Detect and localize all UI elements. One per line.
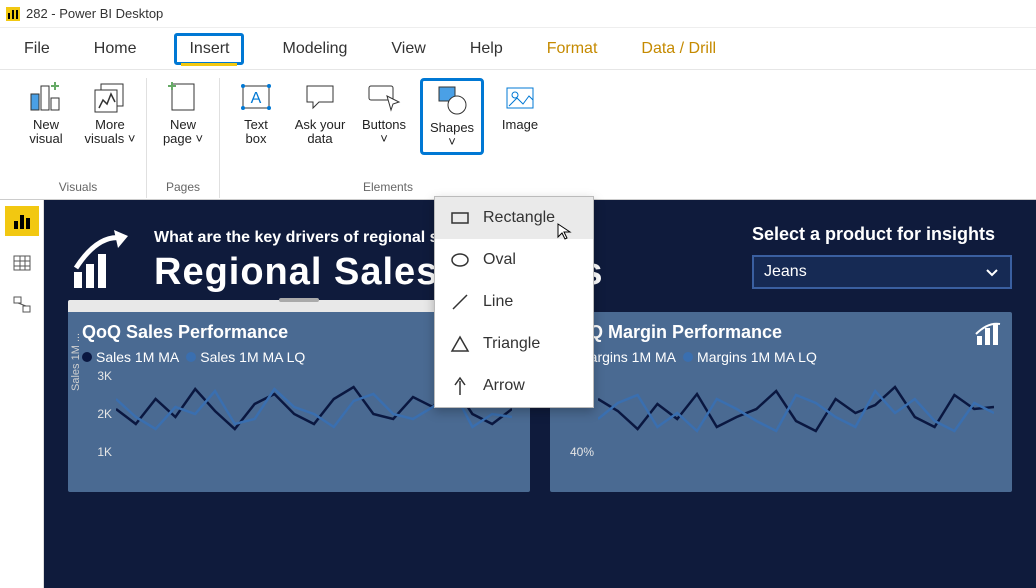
sales-tick-2: 1K (97, 445, 112, 459)
shapes-label: Shapes ˅ (430, 121, 474, 150)
line-icon (449, 291, 471, 313)
ribbon-group-elements-label: Elements (363, 180, 413, 198)
product-dropdown[interactable]: Jeans (752, 255, 1012, 289)
margin-card-title: QoQ Margin Performance (564, 322, 998, 343)
ribbon-group-visuals-label: Visuals (59, 180, 97, 198)
menu-format[interactable]: Format (541, 34, 604, 64)
sales-tick-0: 3K (97, 369, 112, 383)
menu-view[interactable]: View (385, 34, 431, 64)
new-page-label: New page ˅ (163, 118, 203, 147)
window-title: 282 - Power BI Desktop (26, 6, 163, 21)
report-view-icon (12, 211, 32, 231)
sales-y-axis: 3K 2K 1K (82, 369, 112, 459)
more-visuals-label: More visuals ˅ (85, 118, 136, 147)
shape-triangle-label: Triangle (483, 335, 540, 353)
product-selector-label: Select a product for insights (752, 224, 1012, 245)
bar-chart-icon (974, 320, 1002, 348)
text-box-label: Text box (244, 118, 268, 147)
menu-modeling[interactable]: Modeling (276, 34, 353, 64)
shape-oval[interactable]: Oval (435, 239, 593, 281)
new-visual-label: New visual (29, 118, 62, 147)
shapes-icon (435, 83, 469, 117)
ask-your-data-button[interactable]: Ask your data (292, 78, 348, 155)
bar-chart-icon (29, 80, 63, 114)
product-dropdown-value: Jeans (764, 263, 807, 281)
image-button[interactable]: Image (492, 78, 548, 155)
sales-tick-1: 2K (97, 407, 112, 421)
data-view-button[interactable] (5, 248, 39, 278)
table-icon (12, 253, 32, 273)
margin-legend-2: Margins 1M MA LQ (697, 349, 817, 365)
buttons-button[interactable]: Buttons ˅ (356, 78, 412, 155)
menu-file[interactable]: File (18, 34, 56, 64)
shape-arrow[interactable]: Arrow (435, 365, 593, 407)
ask-your-data-label: Ask your data (295, 118, 346, 147)
buttons-label: Buttons ˅ (362, 118, 406, 147)
menu-insert[interactable]: Insert (174, 33, 244, 65)
margin-card[interactable]: QoQ Margin Performance Margins 1M MA Mar… (550, 312, 1012, 492)
margin-legend: Margins 1M MA Margins 1M MA LQ (564, 349, 998, 365)
arrow-icon (449, 375, 471, 397)
model-view-button[interactable] (5, 290, 39, 320)
menu-home[interactable]: Home (88, 34, 143, 64)
button-cursor-icon (367, 80, 401, 114)
image-label: Image (502, 118, 538, 132)
image-icon (503, 80, 537, 114)
menu-data-drill[interactable]: Data / Drill (635, 34, 722, 64)
rectangle-icon (449, 207, 471, 229)
ribbon-group-pages-label: Pages (166, 180, 200, 198)
triangle-icon (449, 333, 471, 355)
new-page-icon (166, 80, 200, 114)
menu-bar: File Home Insert Modeling View Help Form… (0, 28, 1036, 70)
ribbon-group-visuals: New visual More visuals ˅ Visuals (10, 78, 147, 198)
ribbon-group-pages: New page ˅ Pages (147, 78, 220, 198)
shapes-dropdown-menu: Rectangle Oval Line Triangle Arrow (434, 196, 594, 408)
shape-line-label: Line (483, 293, 513, 311)
svg-text:A: A (251, 90, 262, 107)
app-logo-icon (6, 7, 20, 21)
margin-plot (598, 369, 994, 459)
shape-oval-label: Oval (483, 251, 516, 269)
report-view-button[interactable] (5, 206, 39, 236)
text-box-icon: A (239, 80, 273, 114)
speech-bubble-icon (303, 80, 337, 114)
shape-line[interactable]: Line (435, 281, 593, 323)
menu-help[interactable]: Help (464, 34, 509, 64)
shape-triangle[interactable]: Triangle (435, 323, 593, 365)
oval-icon (449, 249, 471, 271)
model-icon (12, 295, 32, 315)
ribbon: New visual More visuals ˅ Visuals New pa… (0, 70, 1036, 200)
ribbon-group-elements: A Text box Ask your data Buttons ˅ Shape… (220, 78, 556, 198)
shape-arrow-label: Arrow (483, 377, 525, 395)
new-visual-button[interactable]: New visual (18, 78, 74, 149)
view-switcher-rail (0, 200, 44, 588)
sales-legend-1: Sales 1M MA (96, 349, 178, 365)
visuals-folder-icon (93, 80, 127, 114)
sales-legend-2: Sales 1M MA LQ (200, 349, 305, 365)
more-visuals-button[interactable]: More visuals ˅ (82, 78, 138, 149)
shapes-button[interactable]: Shapes ˅ (420, 78, 484, 155)
title-bar: 282 - Power BI Desktop (0, 0, 1036, 28)
sales-y-axis-label: Sales 1M ... (70, 333, 82, 391)
growth-arrow-icon (68, 224, 138, 294)
text-box-button[interactable]: A Text box (228, 78, 284, 155)
chevron-down-icon (984, 264, 1000, 280)
margin-tick-1: 40% (570, 445, 594, 459)
shape-rectangle-label: Rectangle (483, 209, 555, 227)
shape-rectangle[interactable]: Rectangle (435, 197, 593, 239)
new-page-button[interactable]: New page ˅ (155, 78, 211, 149)
product-selector: Select a product for insights Jeans (752, 224, 1012, 289)
